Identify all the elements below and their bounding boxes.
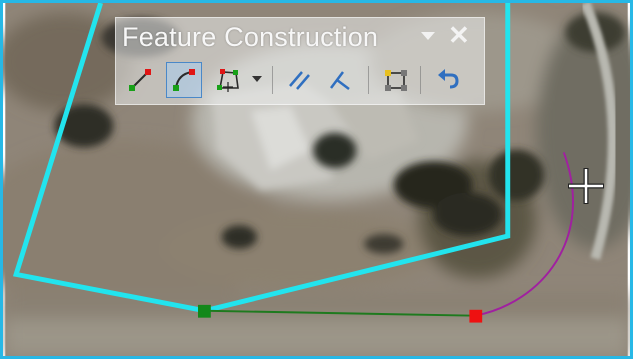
start-vertex[interactable] — [198, 304, 211, 318]
line-tool-button[interactable] — [122, 62, 158, 98]
parallel-tool-button[interactable] — [282, 62, 318, 98]
perpendicular-tool-button[interactable] — [322, 62, 358, 98]
polygon-tool-button[interactable] — [210, 62, 246, 98]
polygon-construct-icon — [217, 69, 239, 92]
end-vertex[interactable] — [469, 309, 483, 323]
vertex-square-icon — [385, 70, 407, 91]
polygon-tool-dropdown-icon[interactable] — [252, 76, 262, 82]
snap-tool-button[interactable] — [378, 62, 414, 98]
parallel-lines-icon — [289, 71, 310, 90]
straight-line-icon — [129, 69, 151, 91]
feature-construction-toolbar[interactable]: Feature Construction ✕ — [115, 17, 485, 105]
map-frame: Feature Construction ✕ — [0, 0, 633, 359]
toolbar-tools — [122, 62, 478, 100]
undo-icon — [438, 69, 459, 89]
undo-tool-button[interactable] — [430, 62, 466, 98]
crosshair-cursor-icon — [568, 168, 604, 204]
toolbar-separator — [368, 66, 369, 94]
toolbar-separator — [420, 66, 421, 94]
toolbar-title: Feature Construction — [122, 22, 379, 52]
perpendicular-icon — [330, 71, 350, 90]
toolbar-close-icon[interactable]: ✕ — [448, 20, 470, 51]
arc-segment-icon — [173, 69, 195, 91]
arc-tool-button[interactable] — [166, 62, 202, 98]
toolbar-menu-chevron-icon[interactable] — [421, 32, 435, 40]
toolbar-separator — [272, 66, 273, 94]
